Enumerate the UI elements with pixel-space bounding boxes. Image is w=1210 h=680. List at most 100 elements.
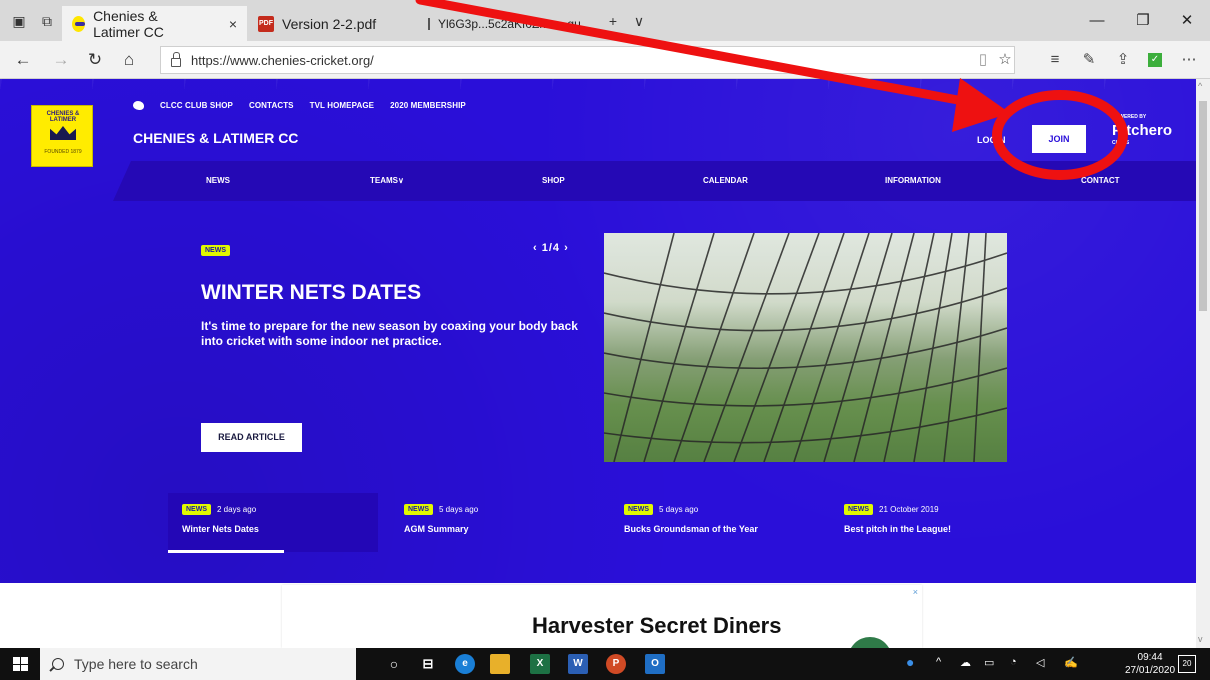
tab-actions-icon[interactable]: ▣ (6, 8, 32, 34)
cricket-net-image (604, 233, 1007, 462)
tab-document[interactable]: Yl6G3p...5c2aKf0Zkwa_gu (418, 6, 588, 41)
wifi-icon[interactable]: ◔ (1010, 656, 1017, 668)
extension-icon[interactable]: ✓ (1142, 47, 1168, 73)
login-link[interactable]: LOGIN (977, 135, 1006, 145)
refresh-icon[interactable]: ↻ (82, 47, 108, 73)
onedrive-icon[interactable]: ☁ (960, 656, 971, 669)
more-options-icon[interactable]: ⋯ (1176, 47, 1202, 73)
nav-teams[interactable]: TEAMS∨ (370, 176, 404, 185)
scroll-down-icon[interactable]: v (1198, 634, 1203, 644)
news-date: 21 October 2019 (879, 505, 939, 514)
news-headline: AGM Summary (404, 524, 469, 534)
advertisement[interactable]: × Harvester Secret Diners (282, 585, 922, 648)
windows-logo-icon (13, 664, 20, 671)
ad-close-icon[interactable]: × (913, 587, 918, 597)
crown-icon (50, 126, 76, 140)
read-article-button[interactable]: READ ARTICLE (201, 423, 302, 452)
news-badge: NEWS (182, 504, 211, 515)
tab-preview-chevron-icon[interactable]: ∨ (626, 8, 652, 34)
file-explorer-icon[interactable] (490, 654, 510, 674)
tab-close-icon[interactable]: × (229, 16, 237, 32)
favorite-star-icon[interactable]: ☆ (992, 47, 1018, 73)
address-bar[interactable]: https://www.chenies-cricket.org/ (160, 46, 1015, 74)
news-item[interactable]: NEWS 5 days ago AGM Summary (390, 493, 600, 552)
news-badge: NEWS (404, 504, 433, 515)
taskbar-clock[interactable]: 09:44 27/01/2020 (1125, 651, 1175, 677)
help-icon[interactable]: ● (906, 654, 914, 670)
share-icon[interactable]: ⇪ (1110, 47, 1136, 73)
tab-chenies-latimer[interactable]: Chenies & Latimer CC × (62, 6, 247, 41)
active-indicator (168, 550, 284, 553)
scroll-thumb[interactable] (1199, 101, 1207, 311)
outlook-icon[interactable]: O (645, 654, 665, 674)
news-item[interactable]: NEWS 2 days ago Winter Nets Dates (168, 493, 378, 553)
windows-logo-icon (21, 664, 28, 671)
volume-icon[interactable]: ◁ (1036, 656, 1044, 669)
news-badge: NEWS (201, 245, 230, 256)
news-item[interactable]: NEWS 21 October 2019 Best pitch in the L… (830, 493, 1040, 552)
document-icon (428, 17, 430, 30)
nav-news[interactable]: NEWS (206, 176, 230, 185)
news-item[interactable]: NEWS 5 days ago Bucks Groundsman of the … (610, 493, 820, 552)
hero-title[interactable]: WINTER NETS DATES (201, 281, 421, 305)
network-icon[interactable]: ▭ (984, 656, 994, 669)
nav-shop[interactable]: SHOP (542, 176, 565, 185)
page-scrollbar[interactable]: ^ v (1196, 79, 1210, 648)
top-links: CLCC CLUB SHOP CONTACTS TVL HOMEPAGE 202… (133, 101, 466, 110)
carousel-pager[interactable]: ‹ 1/4 › (533, 242, 569, 254)
edge-icon[interactable]: e (455, 654, 475, 674)
browser-tab-bar: ▣ ⧉ Chenies & Latimer CC × PDF Version 2… (0, 0, 1210, 41)
home-icon[interactable]: ⌂ (116, 47, 142, 73)
twitter-icon[interactable] (133, 101, 144, 110)
back-arrow-icon[interactable]: ← (10, 47, 36, 73)
clock-time: 09:44 (1137, 652, 1163, 663)
tab-title: Version 2-2.pdf (282, 15, 377, 32)
new-tab-button[interactable]: + (600, 8, 626, 34)
club-logo[interactable]: CHENIES & LATIMER FOUNDED 1879 (31, 105, 93, 167)
tab-title: Chenies & Latimer CC (93, 7, 164, 40)
show-hidden-icons-chevron-icon[interactable]: ^ (936, 656, 941, 668)
minimize-button[interactable]: — (1074, 0, 1120, 41)
task-view-icon[interactable]: ⊟ (418, 654, 438, 674)
start-button[interactable] (0, 648, 40, 680)
link-club-shop[interactable]: CLCC CLUB SHOP (160, 101, 233, 110)
club-name[interactable]: CHENIES & LATIMER CC (133, 130, 298, 146)
restore-button[interactable]: ❐ (1120, 0, 1166, 41)
link-contacts[interactable]: CONTACTS (249, 101, 294, 110)
pen-notes-icon[interactable]: ✎ (1076, 47, 1102, 73)
link-tvl-homepage[interactable]: TVL HOMEPAGE (310, 101, 374, 110)
net-graphic (604, 233, 1007, 462)
forward-arrow-icon[interactable]: → (48, 47, 74, 73)
link-membership[interactable]: 2020 MEMBERSHIP (390, 101, 466, 110)
favorites-list-icon[interactable]: ≡ (1042, 47, 1068, 73)
windows-logo-icon (13, 657, 20, 664)
url-text[interactable]: https://www.chenies-cricket.org/ (191, 53, 374, 68)
cortana-icon[interactable]: ○ (384, 654, 404, 674)
taskbar-search[interactable]: Type here to search (40, 648, 356, 680)
nav-information[interactable]: INFORMATION (885, 176, 941, 185)
tab-title: Yl6G3p...5c2aKf0Zkwa_gu (438, 16, 581, 31)
notification-center-icon[interactable]: 20 (1178, 655, 1196, 673)
ad-title[interactable]: Harvester Secret Diners (532, 613, 781, 639)
scroll-up-icon[interactable]: ^ (1198, 81, 1202, 91)
powerpoint-icon[interactable]: P (606, 654, 626, 674)
pen-icon[interactable]: ✍ (1064, 656, 1078, 669)
search-icon (52, 658, 64, 670)
news-badge: NEWS (624, 504, 653, 515)
lock-icon (171, 51, 181, 67)
join-button[interactable]: JOIN (1032, 125, 1086, 153)
news-headline: Bucks Groundsman of the Year (624, 524, 758, 534)
excel-icon[interactable]: X (530, 654, 550, 674)
logo-founded-text: FOUNDED 1879 (44, 149, 82, 155)
powered-by-pitchero[interactable]: POWERED BY Pitchero CLUBS (1112, 114, 1172, 146)
nav-calendar[interactable]: CALENDAR (703, 176, 748, 185)
site-favicon-icon (72, 15, 86, 32)
tab-version-pdf[interactable]: PDF Version 2-2.pdf (248, 6, 418, 41)
nav-contact[interactable]: CONTACT (1081, 176, 1120, 185)
pdf-icon: PDF (258, 15, 274, 32)
pitchero-tag: CLUBS (1112, 140, 1130, 146)
windows-logo-icon (21, 657, 28, 664)
word-icon[interactable]: W (568, 654, 588, 674)
window-close-button[interactable]: ✕ (1164, 0, 1210, 41)
set-aside-tabs-icon[interactable]: ⧉ (34, 8, 60, 34)
